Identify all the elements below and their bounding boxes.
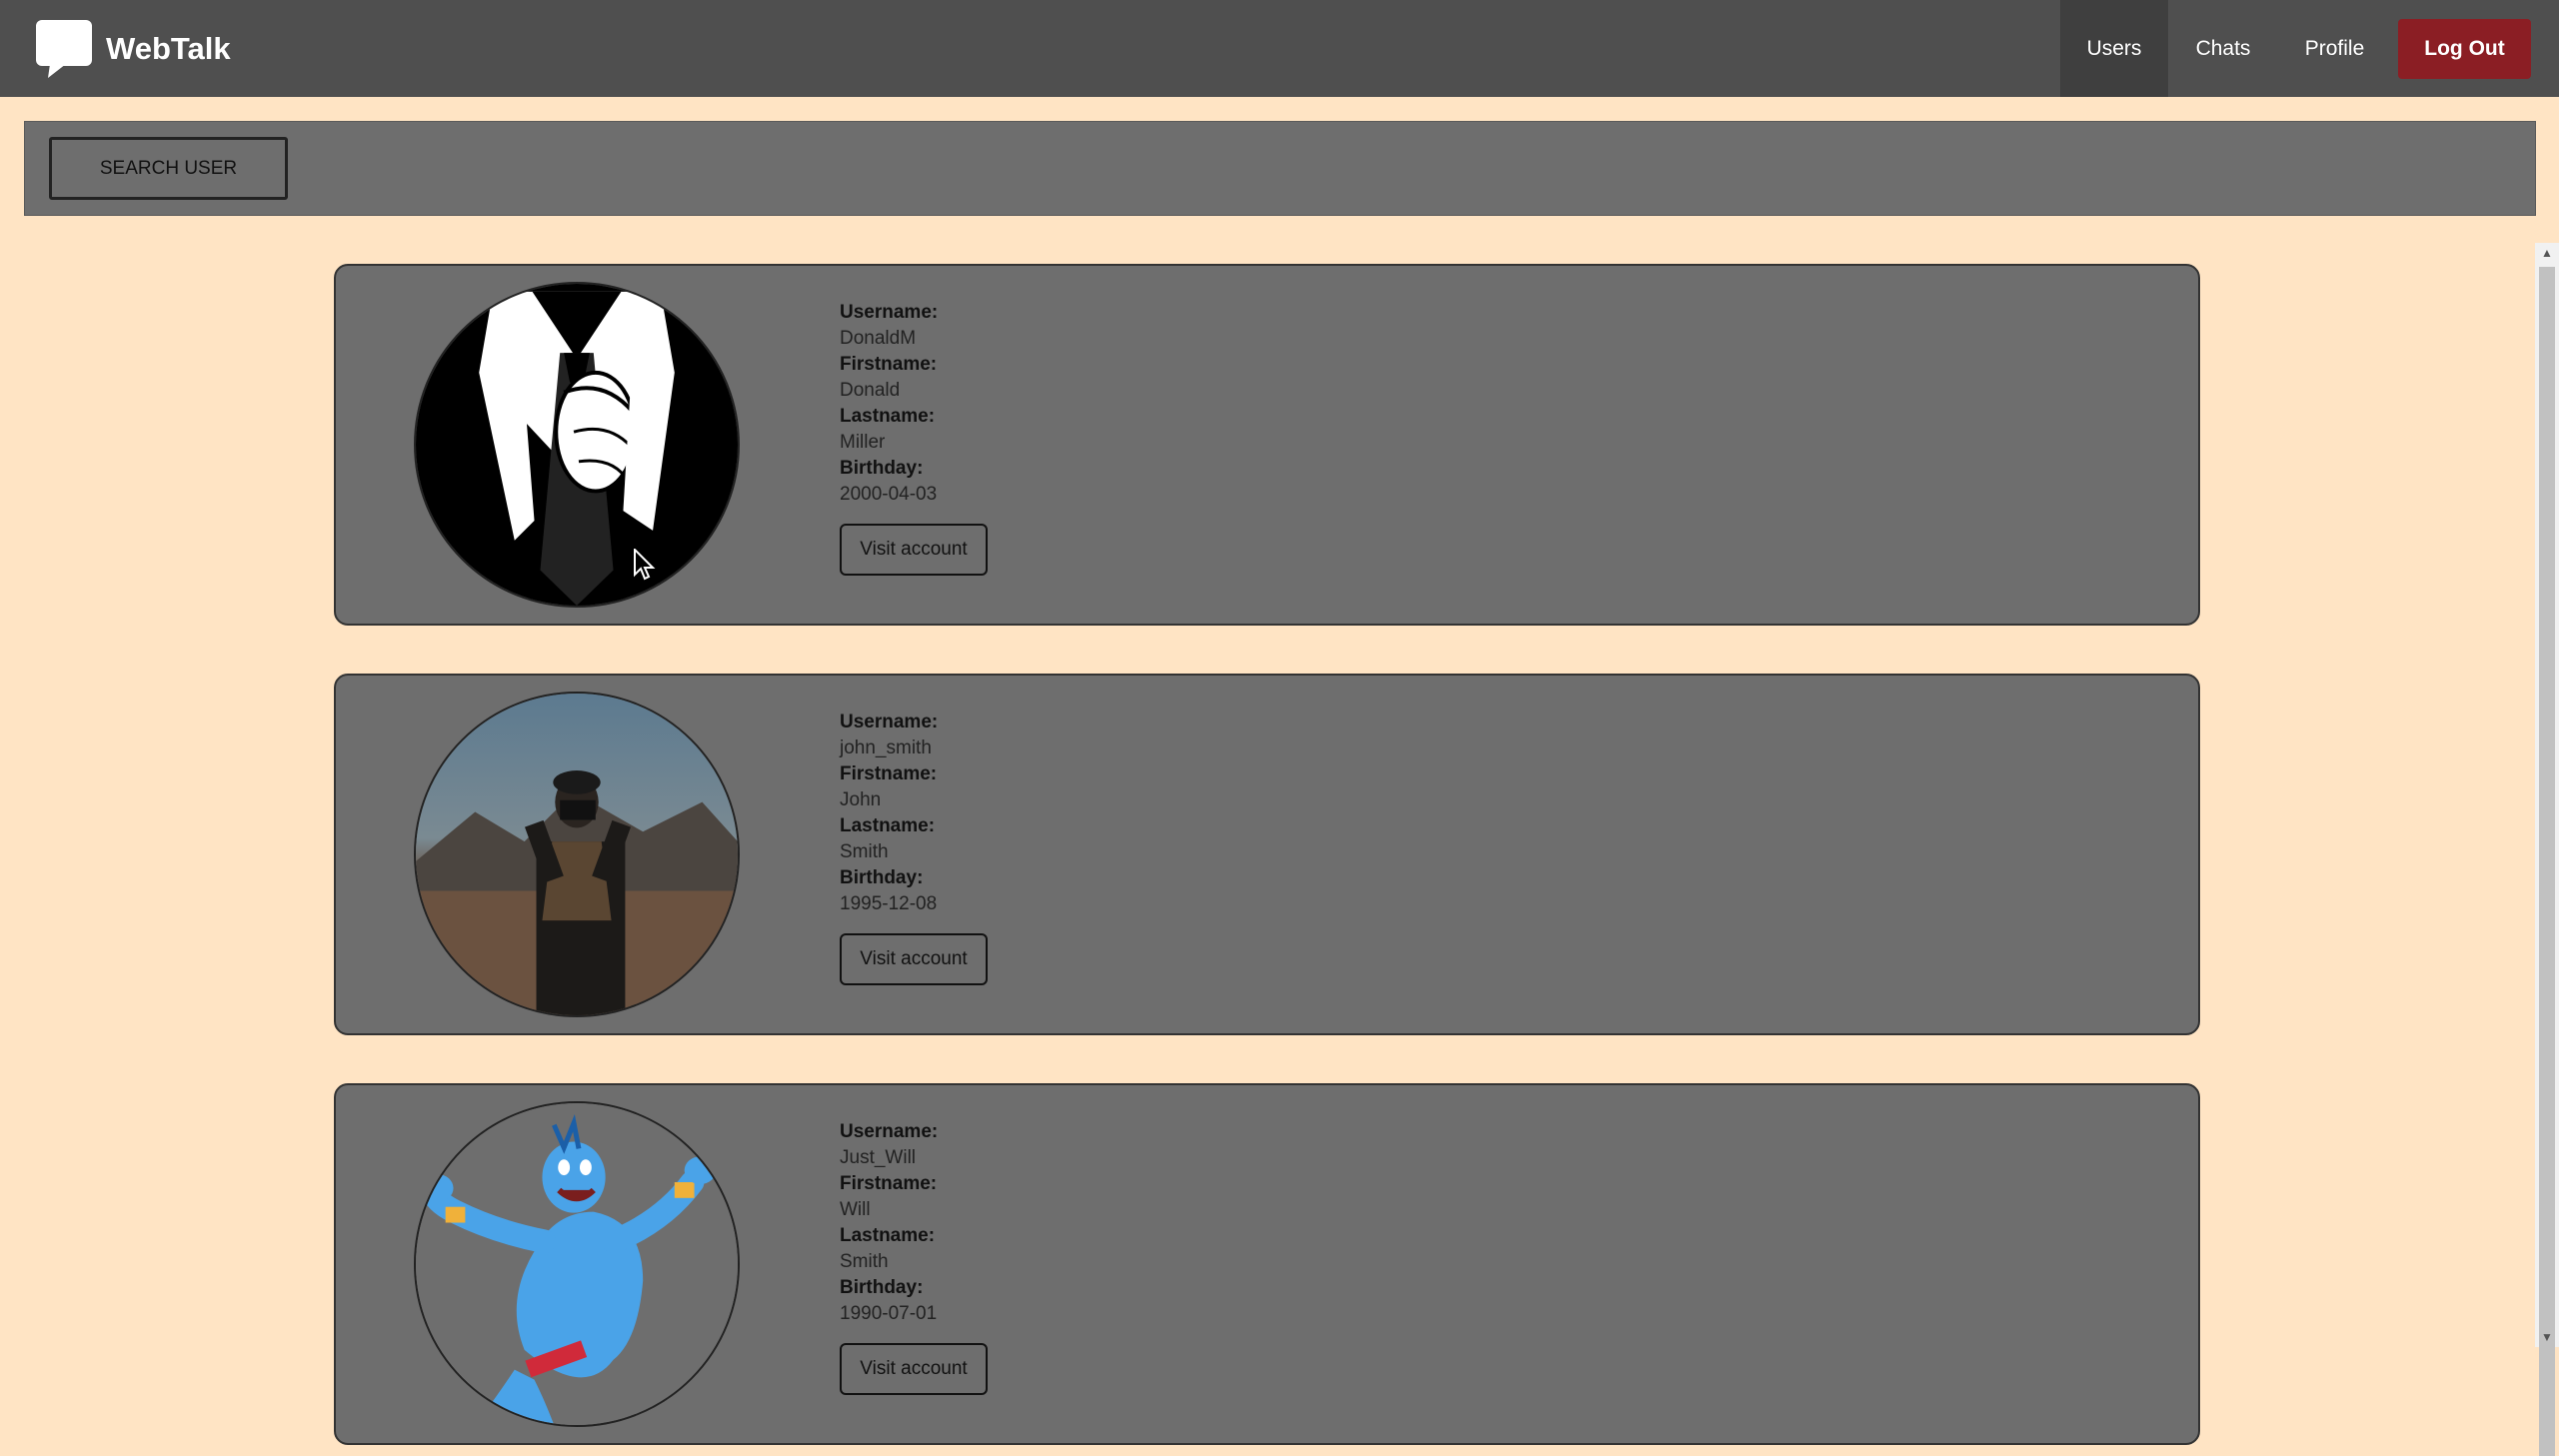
visit-account-button[interactable]: Visit account	[840, 524, 988, 576]
firstname-value: Donald	[840, 380, 901, 401]
lastname-value: Smith	[840, 1251, 889, 1272]
visit-account-button[interactable]: Visit account	[840, 933, 988, 985]
genie-avatar	[414, 1101, 740, 1427]
lastname-label: Lastname:	[840, 815, 936, 836]
brand[interactable]: WebTalk	[34, 18, 231, 80]
username-value: john_smith	[840, 737, 932, 758]
birthday-label: Birthday:	[840, 1277, 924, 1298]
search-bar: SEARCH USER	[24, 121, 2536, 216]
user-info: Username: DonaldM Firstname: Donald Last…	[840, 300, 988, 576]
username-label: Username:	[840, 1121, 939, 1142]
username-label: Username:	[840, 712, 939, 732]
birthday-label: Birthday:	[840, 458, 924, 479]
firstname-value: John	[840, 789, 882, 810]
lastname-label: Lastname:	[840, 406, 936, 427]
nav-profile[interactable]: Profile	[2278, 0, 2391, 97]
firstname-label: Firstname:	[840, 354, 938, 375]
firstname-label: Firstname:	[840, 763, 938, 784]
nav-chats[interactable]: Chats	[2168, 0, 2278, 97]
scroll-up-arrow-icon[interactable]: ▲	[2535, 243, 2559, 263]
lastname-value: Smith	[840, 841, 889, 862]
lastname-label: Lastname:	[840, 1225, 936, 1246]
mouse-cursor-icon	[634, 547, 656, 586]
birthday-value: 1990-07-01	[840, 1303, 938, 1324]
user-info: Username: Just_Will Firstname: Will Last…	[840, 1119, 988, 1395]
scrollbar-thumb[interactable]	[2539, 267, 2555, 1456]
scrollbar[interactable]: ▲ ▼	[2535, 243, 2559, 1456]
visit-account-button[interactable]: Visit account	[840, 1343, 988, 1395]
user-info: Username: john_smith Firstname: John Las…	[840, 710, 988, 985]
user-card: Username: john_smith Firstname: John Las…	[334, 674, 2200, 1035]
navbar: WebTalk Users Chats Profile Log Out	[0, 0, 2559, 97]
birthday-label: Birthday:	[840, 867, 924, 888]
birthday-value: 1995-12-08	[840, 893, 938, 914]
user-card: Username: DonaldM Firstname: Donald Last…	[334, 264, 2200, 626]
nav-users[interactable]: Users	[2060, 0, 2168, 97]
photographer-avatar	[414, 692, 740, 1017]
birthday-value: 2000-04-03	[840, 484, 938, 505]
search-user-button[interactable]: SEARCH USER	[49, 137, 288, 200]
username-label: Username:	[840, 302, 939, 323]
scroll-down-arrow-icon[interactable]: ▼	[2535, 1327, 2559, 1347]
user-card: Username: Just_Will Firstname: Will Last…	[334, 1083, 2200, 1445]
brand-name: WebTalk	[106, 31, 231, 66]
suit-tie-avatar	[414, 282, 740, 608]
chat-bubble-logo-icon	[34, 18, 94, 80]
logout-button[interactable]: Log Out	[2398, 19, 2531, 79]
firstname-label: Firstname:	[840, 1173, 938, 1194]
username-value: DonaldM	[840, 328, 917, 349]
username-value: Just_Will	[840, 1147, 917, 1168]
lastname-value: Miller	[840, 432, 886, 453]
firstname-value: Will	[840, 1199, 871, 1220]
